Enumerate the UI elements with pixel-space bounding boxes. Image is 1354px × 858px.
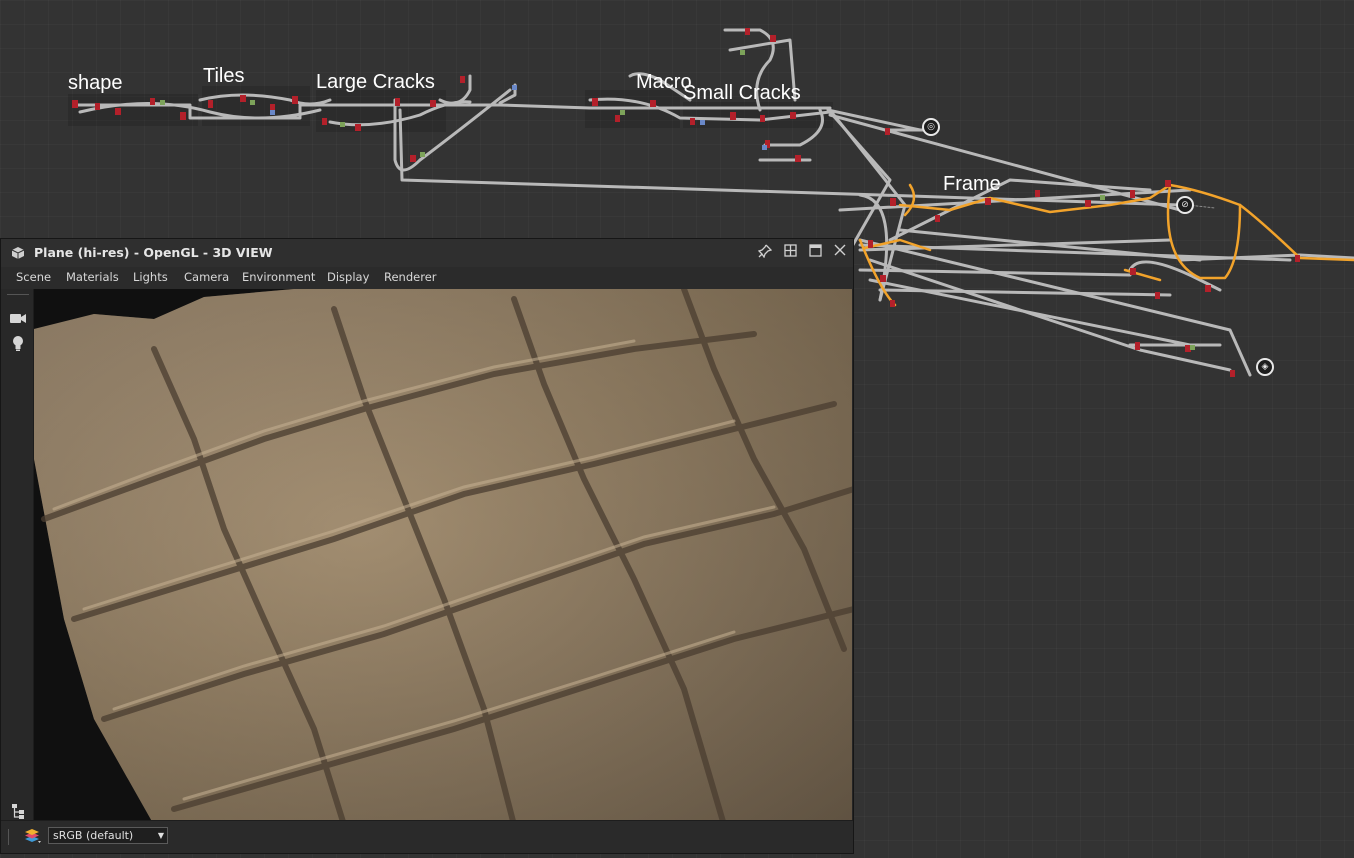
menu-environment[interactable]: Environment bbox=[242, 270, 315, 284]
3d-view-statusbar: sRGB (default) ▼ bbox=[1, 820, 853, 853]
3d-view-toolstrip bbox=[1, 289, 34, 821]
disabled-node-icon[interactable]: ⊘ bbox=[1176, 196, 1194, 214]
3d-view-window: Plane (hi-res) - OpenGL - 3D VIEW Scene … bbox=[0, 238, 854, 854]
hierarchy-icon[interactable] bbox=[8, 801, 28, 821]
colorspace-value: sRGB (default) bbox=[53, 829, 134, 842]
menu-lights[interactable]: Lights bbox=[133, 270, 168, 284]
window-title: Plane (hi-res) - OpenGL - 3D VIEW bbox=[34, 245, 273, 260]
statusbar-divider bbox=[8, 829, 9, 845]
menu-scene[interactable]: Scene bbox=[16, 270, 51, 284]
layout-icon[interactable] bbox=[781, 244, 799, 262]
target-node-icon[interactable]: ◎ bbox=[922, 118, 940, 136]
3d-view-menubar: Scene Materials Lights Camera Environmen… bbox=[1, 267, 853, 289]
toolstrip-divider bbox=[7, 294, 29, 295]
cube-icon bbox=[11, 247, 25, 259]
menu-renderer[interactable]: Renderer bbox=[384, 270, 437, 284]
3d-viewport[interactable] bbox=[34, 289, 852, 821]
3d-view-titlebar[interactable]: Plane (hi-res) - OpenGL - 3D VIEW bbox=[1, 239, 853, 268]
pin-icon[interactable] bbox=[756, 244, 774, 262]
camera-icon[interactable] bbox=[8, 308, 28, 328]
frame-label-frame: Frame bbox=[943, 173, 1001, 195]
close-icon[interactable] bbox=[831, 244, 849, 262]
menu-display[interactable]: Display bbox=[327, 270, 369, 284]
maximize-icon[interactable] bbox=[806, 244, 824, 262]
rock-surface-render bbox=[34, 289, 852, 821]
menu-camera[interactable]: Camera bbox=[184, 270, 229, 284]
layers-icon[interactable] bbox=[23, 827, 43, 845]
frame-label-small-cracks: Small Cracks bbox=[683, 82, 801, 104]
menu-materials[interactable]: Materials bbox=[66, 270, 119, 284]
chevron-down-icon: ▼ bbox=[157, 831, 164, 840]
frame-label-shape: shape bbox=[68, 72, 123, 94]
output-node-icon[interactable]: ◈ bbox=[1256, 358, 1274, 376]
frame-label-tiles: Tiles bbox=[203, 65, 245, 87]
frame-label-large-cracks: Large Cracks bbox=[316, 71, 435, 93]
light-bulb-icon[interactable] bbox=[8, 333, 28, 353]
colorspace-select[interactable]: sRGB (default) ▼ bbox=[48, 827, 168, 844]
